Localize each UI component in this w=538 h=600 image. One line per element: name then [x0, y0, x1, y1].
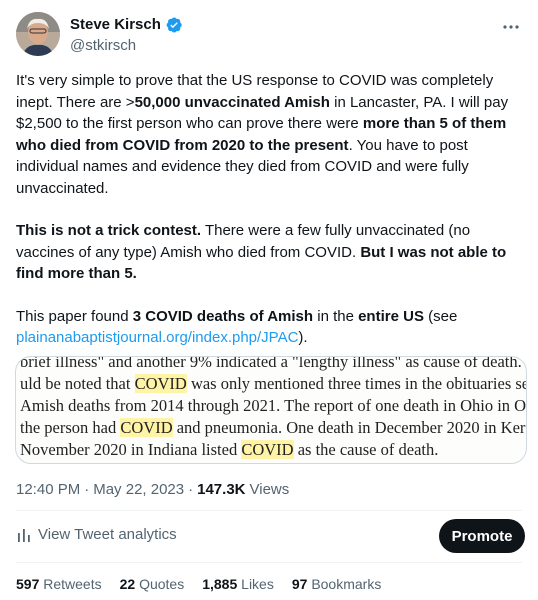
scan-line: Amish deaths from 2014 through 2021. The…: [20, 396, 527, 415]
separator: ·: [84, 481, 90, 498]
avatar-image: [16, 12, 60, 56]
view-analytics-button[interactable]: View Tweet analytics: [16, 526, 177, 543]
scan-line: the person had COVID and pneumonia. One …: [20, 418, 526, 437]
divider: [16, 562, 522, 563]
retweets-stat[interactable]: 597 Retweets: [16, 576, 102, 592]
tweet-meta: 12:40 PM · May 22, 2023 · 147.3K Views: [16, 480, 289, 500]
display-name[interactable]: Steve Kirsch: [70, 15, 161, 35]
bold-span: 3 COVID deaths of Amish: [132, 307, 314, 325]
avatar[interactable]: [16, 12, 60, 56]
scan-line: brief illness" and another 9% indicated …: [20, 356, 522, 371]
highlight: COVID: [120, 418, 173, 437]
media-image[interactable]: brief illness" and another 9% indicated …: [15, 356, 527, 464]
bookmarks-stat[interactable]: 97 Bookmarks: [292, 576, 382, 592]
views-label: Views: [249, 481, 290, 498]
views-count: 147.3K: [197, 481, 246, 498]
tweet-time[interactable]: 12:40 PM: [16, 480, 80, 500]
scan-line: uld be noted that COVID was only mention…: [20, 374, 527, 393]
scan-line: November 2020 in Indiana listed COVID as…: [20, 440, 439, 459]
tweet-paragraph-3: This paper found 3 COVID deaths of Amish…: [16, 306, 528, 349]
bold-span: entire US: [358, 307, 424, 325]
separator: ·: [188, 481, 194, 498]
verified-badge-icon: [166, 17, 182, 33]
analytics-label: View Tweet analytics: [38, 526, 177, 543]
bar-chart-icon: [18, 528, 30, 542]
tweet-date[interactable]: May 22, 2023: [93, 480, 184, 500]
tweet-header: Steve Kirsch @stkirsch: [16, 12, 522, 60]
text-span: This paper found: [16, 307, 133, 325]
highlight: COVID: [134, 374, 187, 393]
tweet-paragraph-1: It's very simple to prove that the US re…: [16, 70, 528, 199]
promote-button[interactable]: Promote: [439, 519, 525, 553]
ellipsis-icon[interactable]: [500, 16, 522, 38]
scanned-text: brief illness" and another 9% indicated …: [20, 356, 527, 461]
text-span: in the: [313, 307, 359, 325]
tweet-text: It's very simple to prove that the US re…: [16, 70, 528, 370]
engagement-stats: 597 Retweets 22 Quotes 1,885 Likes 97 Bo…: [16, 576, 381, 592]
text-span: ).: [298, 329, 308, 346]
highlight: COVID: [241, 440, 294, 459]
divider: [16, 510, 522, 511]
text-span: (see: [423, 307, 458, 325]
paper-link[interactable]: plainanabaptistjournal.org/index.php/JPA…: [16, 329, 298, 346]
tweet-paragraph-2: This is not a trick contest. There were …: [16, 220, 528, 285]
quotes-stat[interactable]: 22 Quotes: [120, 576, 185, 592]
bold-span: 50,000 unvaccinated Amish: [134, 93, 330, 111]
handle[interactable]: @stkirsch: [70, 36, 183, 56]
likes-stat[interactable]: 1,885 Likes: [202, 576, 274, 592]
bold-span: This is not a trick contest.: [16, 222, 202, 239]
